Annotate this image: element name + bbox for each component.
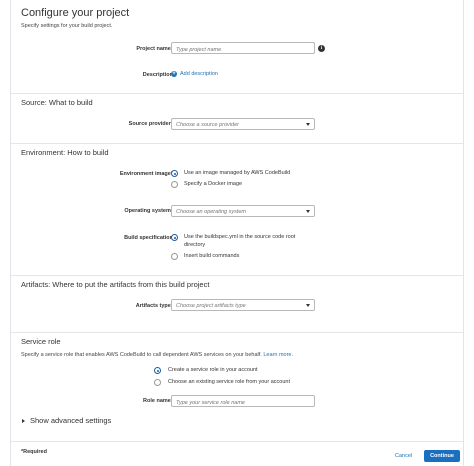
environment-image-label: Environment image* [119,171,173,177]
source-provider-value: Choose a source provider [176,122,239,128]
continue-button[interactable]: Continue [424,450,460,462]
cancel-button[interactable]: Cancel [395,450,412,462]
radio-use-buildspec-label: Use the buildspec.yml in the source code… [184,234,296,240]
artifacts-type-select[interactable]: Choose project artifacts type [171,299,315,311]
divider [11,441,463,442]
info-icon[interactable]: i [318,45,325,52]
radio-insert-commands-label: Insert build commands [184,253,240,259]
project-name-input[interactable] [171,42,315,54]
add-description-link[interactable]: + Add description [171,71,218,77]
divider [11,275,463,276]
chevron-down-icon [306,304,310,307]
plus-icon: + [171,71,177,77]
description-label: Description [142,72,173,78]
service-role-description: Specify a service role that enables AWS … [21,352,293,358]
required-note: *Required [21,449,47,455]
chevron-right-icon [22,418,25,423]
divider [11,143,463,144]
radio-existing-role-label: Choose an existing service role from you… [168,379,290,385]
learn-more-link[interactable]: Learn more. [263,352,293,358]
configure-project-panel: Configure your project Specify settings … [10,0,464,466]
service-role-description-text: Specify a service role that enables AWS … [21,352,262,358]
source-provider-label: Source provider* [128,121,173,127]
page-title: Configure your project [21,7,130,19]
radio-create-role-label: Create a service role in your account [168,367,258,373]
page-subtitle: Specify settings for your build project. [21,23,113,29]
source-provider-select[interactable]: Choose a source provider [171,118,315,130]
source-section-title: Source: What to build [21,98,93,107]
service-role-section-title: Service role [21,337,61,346]
radio-create-role[interactable] [154,367,161,374]
radio-use-buildspec-label-line2: directory [184,242,206,248]
artifacts-type-label: Artifacts type* [135,303,173,309]
radio-managed-image[interactable] [171,170,178,177]
radio-managed-image-label: Use an image managed by AWS CodeBuild [184,170,291,176]
project-name-label: Project name* [136,46,173,52]
radio-docker-image[interactable] [171,181,178,188]
role-name-input[interactable] [171,395,315,407]
artifacts-type-value: Choose project artifacts type [176,303,246,309]
operating-system-select[interactable]: Choose an operating system [171,205,315,217]
add-description-text: Add description [180,71,218,77]
show-advanced-settings-toggle[interactable]: Show advanced settings [22,416,111,425]
environment-section-title: Environment: How to build [21,148,109,157]
footer: *Required Cancel Continue [11,446,463,466]
radio-docker-image-label: Specify a Docker image [184,181,243,187]
radio-existing-role[interactable] [154,379,161,386]
chevron-down-icon [306,123,310,126]
operating-system-value: Choose an operating system [176,209,247,215]
role-name-label: Role name* [143,398,173,404]
build-spec-label: Build specification [124,235,173,241]
chevron-down-icon [306,210,310,213]
radio-use-buildspec[interactable] [171,234,178,241]
operating-system-label: Operating system* [124,208,173,214]
artifacts-section-title: Artifacts: Where to put the artifacts fr… [21,280,210,289]
show-advanced-settings-label: Show advanced settings [30,416,112,425]
divider [11,93,463,94]
radio-insert-commands[interactable] [171,253,178,260]
divider [11,332,463,333]
